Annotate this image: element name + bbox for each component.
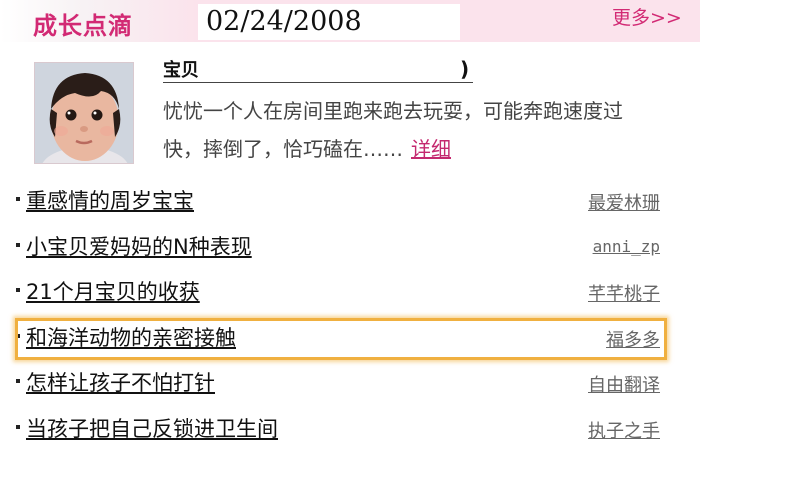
article-author-link[interactable]: 芊芊桃子 (588, 280, 660, 306)
bullet-icon (16, 424, 20, 429)
article-author-link[interactable]: 最爱林珊 (588, 189, 660, 215)
article-title-link[interactable]: 21个月宝贝的收获 (26, 276, 200, 306)
bullet-icon (16, 242, 20, 247)
article-row: 怎样让孩子不怕打针 自由翻译 (16, 365, 676, 411)
section-title: 成长点滴 (33, 12, 133, 40)
article-list: 重感情的周岁宝宝 最爱林珊 小宝贝爱妈妈的N种表现 anni_zp 21个月宝贝… (16, 183, 676, 456)
bullet-icon (16, 288, 20, 292)
article-row: 重感情的周岁宝宝 最爱林珊 (16, 183, 676, 229)
name-underline (163, 82, 473, 83)
baby-photo-image (35, 63, 133, 163)
bullet-icon (16, 333, 20, 338)
article-title-link[interactable]: 当孩子把自己反锁进卫生间 (26, 413, 278, 443)
article-title-link[interactable]: 重感情的周岁宝宝 (26, 185, 194, 215)
bullet-icon (16, 197, 20, 201)
date-display: 02/24/2008 (198, 4, 460, 40)
detail-link[interactable]: 详细 (411, 137, 451, 161)
featured-summary-text: 忧忧一个人在房间里跑来跑去玩耍，可能奔跑速度过快，摔倒了，恰巧磕在…… (163, 99, 623, 161)
featured-summary: 忧忧一个人在房间里跑来跑去玩耍，可能奔跑速度过快，摔倒了，恰巧磕在…… 详细 (163, 92, 653, 168)
article-title-link[interactable]: 怎样让孩子不怕打针 (26, 367, 215, 397)
article-author-link[interactable]: 执子之手 (588, 417, 660, 443)
article-row: 当孩子把自己反锁进卫生间 执子之手 (16, 411, 676, 457)
featured-name-suffix: ) (460, 57, 470, 81)
article-row-highlighted: 和海洋动物的亲密接触 福多多 (16, 320, 676, 366)
article-author-link[interactable]: 自由翻译 (588, 371, 660, 397)
baby-photo[interactable] (34, 62, 134, 164)
article-author-link[interactable]: anni_zp (593, 237, 660, 256)
more-link[interactable]: 更多>> (612, 3, 682, 30)
article-title-link[interactable]: 小宝贝爱妈妈的N种表现 (26, 231, 252, 261)
article-row: 21个月宝贝的收获 芊芊桃子 (16, 274, 676, 320)
article-title-link[interactable]: 和海洋动物的亲密接触 (26, 322, 236, 352)
featured-name[interactable]: 宝贝 (163, 56, 199, 82)
bullet-icon (16, 379, 20, 383)
article-author-link[interactable]: 福多多 (606, 326, 660, 352)
article-row: 小宝贝爱妈妈的N种表现 anni_zp (16, 229, 676, 275)
